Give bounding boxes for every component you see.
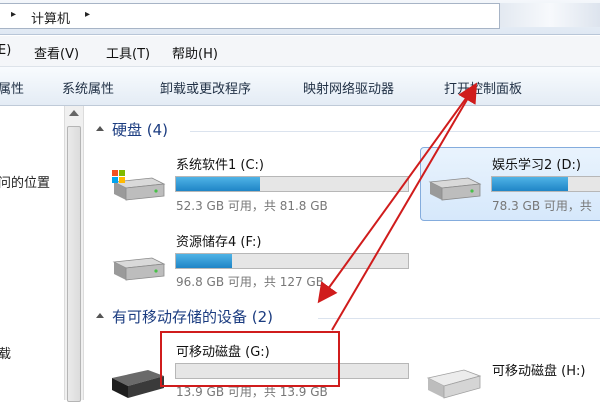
group-header-hard-disks[interactable]: 硬盘 (4) [112,119,168,140]
system-properties-button[interactable]: 系统属性 [62,78,114,97]
breadcrumb-arrow-icon[interactable]: ▸ [11,9,16,20]
properties-button[interactable]: 属性 [0,78,24,97]
menu-bar: E) 查看(V) 工具(T) 帮助(H) [0,36,600,67]
drive-c-usage-bar [175,176,409,192]
annotation-highlight-box [160,331,340,387]
drive-h-label[interactable]: 可移动磁盘 (H:) [492,360,585,379]
breadcrumb-chevron-icon[interactable]: ▸ [85,9,90,20]
menu-help[interactable]: 帮助(H) [172,43,218,62]
removable-drive-icon[interactable] [108,360,168,400]
drive-f-label[interactable]: 资源储存4 (F:) [176,231,261,250]
scroll-up-icon[interactable] [69,110,79,116]
hard-drive-icon[interactable] [424,166,484,206]
collapse-triangle-icon[interactable] [96,313,104,318]
drive-d-usage-fill [492,177,569,191]
group-header-removable[interactable]: 有可移动存储的设备 (2) [112,306,273,327]
drive-d-free-space: 78.3 GB 可用，共 [492,199,592,213]
command-bar: 属性 系统属性 卸载或更改程序 映射网络驱动器 打开控制面板 [0,67,600,106]
search-box[interactable] [500,3,600,27]
drive-c-usage-fill [176,177,260,191]
menu-tools[interactable]: 工具(T) [106,43,150,62]
drive-d-usage-bar [491,176,600,192]
drive-f-usage-fill [176,254,232,268]
menu-view[interactable]: 查看(V) [34,43,79,62]
group-divider [318,318,600,319]
system-drive-icon[interactable] [108,166,168,206]
drive-c-free-space: 52.3 GB 可用，共 81.8 GB [176,199,328,213]
collapse-triangle-icon[interactable] [96,126,104,131]
nav-scrollbar[interactable] [64,106,84,402]
open-control-panel-button[interactable]: 打开控制面板 [444,78,522,97]
menu-edit[interactable]: E) [0,43,11,58]
breadcrumb-computer[interactable]: 计算机 [31,8,70,27]
removable-drive-icon[interactable] [424,360,484,400]
drive-d-label[interactable]: 娱乐学习2 (D:) [492,154,581,173]
hard-drive-icon[interactable] [108,246,168,286]
group-divider [190,131,600,132]
drive-f-usage-bar [175,253,409,269]
nav-item-downloads[interactable]: 载 [0,343,11,362]
scroll-thumb[interactable] [67,126,81,402]
address-bar: ▸ 计算机 ▸ [0,0,600,35]
uninstall-program-button[interactable]: 卸载或更改程序 [160,78,251,97]
map-network-drive-button[interactable]: 映射网络驱动器 [303,78,394,97]
address-box[interactable]: ▸ 计算机 ▸ [0,3,500,29]
drive-c-label[interactable]: 系统软件1 (C:) [176,154,264,173]
drive-f-free-space: 96.8 GB 可用，共 127 GB [176,275,324,289]
nav-item-recent-places[interactable]: 问的位置 [0,172,50,191]
